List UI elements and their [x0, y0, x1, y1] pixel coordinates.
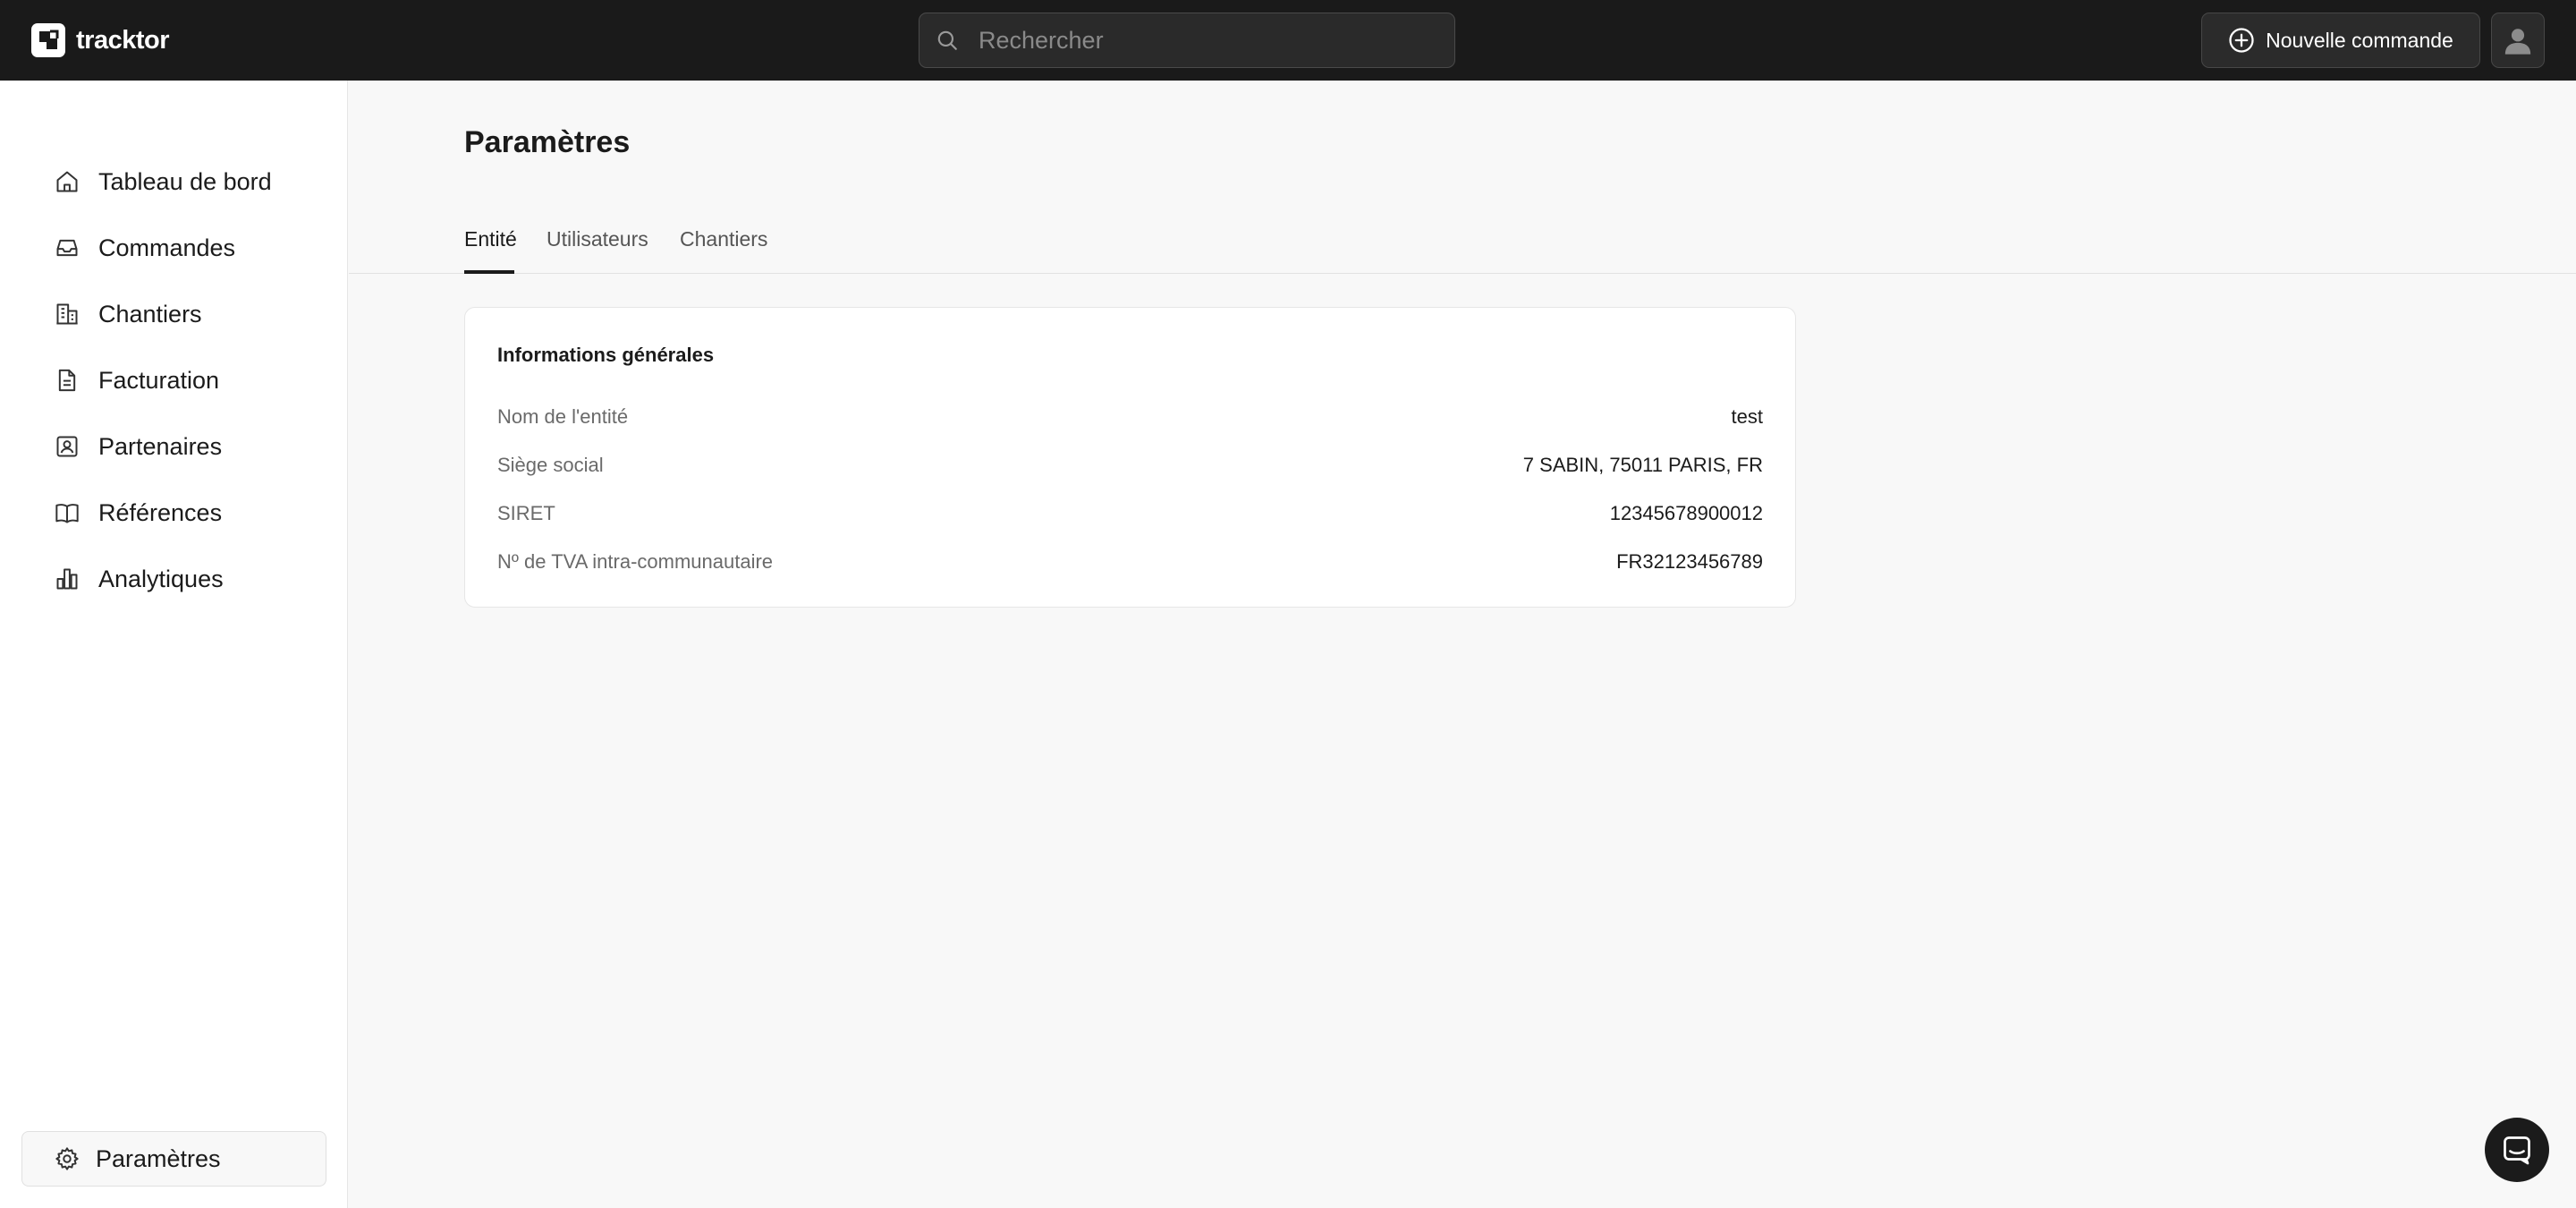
sidebar-item-sites[interactable]: Chantiers — [31, 289, 326, 339]
sidebar-item-label: Commandes — [98, 234, 236, 261]
search-input[interactable] — [979, 26, 1444, 55]
general-info-card: Informations générales Nom de l'entité t… — [464, 307, 1796, 608]
sidebar-item-label: Analytiques — [98, 565, 224, 592]
logo-mark-icon — [31, 23, 65, 57]
info-value: 12345678900012 — [1609, 502, 1763, 524]
active-tab-indicator — [464, 270, 514, 274]
info-row-siret: SIRET 12345678900012 — [497, 496, 1763, 532]
sidebar-item-dashboard[interactable]: Tableau de bord — [31, 157, 326, 207]
card-title: Informations générales — [497, 344, 715, 366]
sidebar-item-references[interactable]: Références — [31, 488, 326, 538]
info-row-vat-number: Nº de TVA intra-communautaire FR32123456… — [497, 544, 1763, 580]
book-icon — [54, 499, 80, 526]
plus-circle-icon — [2228, 27, 2255, 54]
sidebar-item-billing[interactable]: Facturation — [31, 355, 326, 405]
sidebar: Tableau de bord Commandes Chantiers Fact… — [0, 81, 348, 1208]
app-name: tracktor — [76, 25, 170, 55]
tabs-divider — [349, 273, 2576, 274]
page-title: Paramètres — [464, 125, 631, 159]
home-icon — [54, 168, 80, 195]
info-label: Nº de TVA intra-communautaire — [497, 550, 774, 573]
gear-icon — [55, 1146, 80, 1171]
info-row-head-office: Siège social 7 SABIN, 75011 PARIS, FR — [497, 447, 1763, 483]
sidebar-item-orders[interactable]: Commandes — [31, 223, 326, 273]
info-value: FR32123456789 — [1616, 550, 1763, 573]
inbox-icon — [54, 234, 80, 261]
building-icon — [54, 301, 80, 328]
chat-icon — [2501, 1134, 2533, 1166]
tab-users[interactable]: Utilisateurs — [547, 227, 648, 269]
sidebar-item-label: Paramètres — [96, 1144, 221, 1172]
app-logo[interactable]: tracktor — [31, 22, 170, 58]
sidebar-item-analytics[interactable]: Analytiques — [31, 554, 326, 604]
sidebar-item-settings[interactable]: Paramètres — [21, 1131, 326, 1187]
contact-card-icon — [54, 433, 80, 460]
tab-entity[interactable]: Entité — [464, 227, 517, 269]
search-bar[interactable] — [919, 13, 1455, 68]
user-avatar-button[interactable] — [2491, 13, 2545, 68]
sidebar-item-label: Références — [98, 498, 223, 526]
info-label: Siège social — [497, 454, 604, 476]
new-order-button[interactable]: Nouvelle commande — [2201, 13, 2480, 68]
info-value: 7 SABIN, 75011 PARIS, FR — [1522, 454, 1763, 476]
sidebar-item-label: Chantiers — [98, 300, 202, 328]
sidebar-item-partners[interactable]: Partenaires — [31, 421, 326, 472]
sidebar-item-label: Partenaires — [98, 432, 223, 460]
sidebar-item-label: Facturation — [98, 366, 220, 394]
document-icon — [54, 367, 80, 394]
sidebar-item-label: Tableau de bord — [98, 167, 272, 195]
info-row-entity-name: Nom de l'entité test — [497, 399, 1763, 435]
new-order-label: Nouvelle commande — [2266, 28, 2453, 52]
chat-support-button[interactable] — [2485, 1118, 2549, 1182]
info-label: Nom de l'entité — [497, 405, 629, 428]
info-label: SIRET — [497, 502, 555, 524]
tab-sites[interactable]: Chantiers — [680, 227, 767, 269]
info-value: test — [1731, 405, 1763, 428]
search-icon — [936, 27, 962, 54]
user-icon — [2503, 25, 2533, 55]
top-bar: tracktor Nouvelle commande — [0, 0, 2576, 81]
bar-chart-icon — [54, 566, 80, 592]
